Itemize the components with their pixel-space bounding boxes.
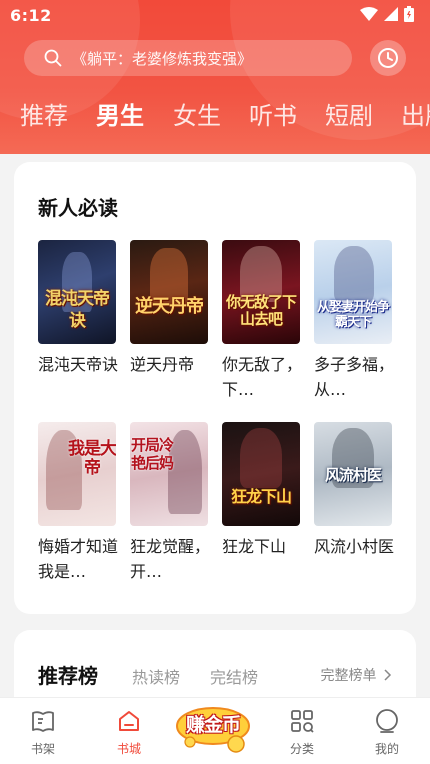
cover-title: 从娶妻开始争霸天下	[316, 300, 390, 330]
category-tabs: 推荐 男生 女生 听书 短剧 出版	[0, 96, 430, 140]
tab-hot-read[interactable]: 热读榜	[132, 664, 180, 688]
book-title: 你无敌了，下…	[222, 355, 303, 399]
bottom-nav: 书架 书城 赚金币 分类 我的	[0, 697, 430, 764]
book-title: 风流小村医	[314, 537, 395, 556]
cover-title: 我是大帝	[68, 439, 116, 478]
tab-publish[interactable]: 出版	[401, 96, 430, 136]
book-item[interactable]: 狂龙下山 狂龙下山	[222, 422, 300, 559]
book-title: 混沌天帝诀	[38, 355, 119, 374]
book-cover: 我是大帝	[38, 422, 116, 526]
nav-label: 书城	[116, 742, 141, 756]
tab-audiobook[interactable]: 听书	[249, 96, 297, 136]
nav-bookshelf[interactable]: 书架	[13, 708, 73, 757]
store-icon	[119, 711, 139, 731]
nav-label: 分类	[289, 742, 314, 756]
book-cover: 从娶妻开始争霸天下	[314, 240, 392, 344]
full-ranking-link[interactable]: 完整榜单	[321, 665, 392, 685]
status-time: 6:12	[10, 6, 52, 25]
cover-title: 风流村医	[324, 466, 382, 484]
wifi-icon	[360, 7, 378, 21]
search-placeholder: 《躺平：老婆修炼我变强》	[72, 49, 253, 68]
book-cover: 混沌天帝诀	[38, 240, 116, 344]
book-cover: 你无敌了下山去吧	[222, 240, 300, 344]
book-cover: 开局冷艳后妈	[130, 422, 208, 526]
book-item[interactable]: 你无敌了下山去吧 你无敌了，下…	[222, 240, 302, 402]
cover-title: 你无敌了下山去吧	[225, 293, 297, 328]
search-bar[interactable]: 《躺平：老婆修炼我变强》	[24, 40, 352, 76]
profile-icon	[376, 709, 398, 733]
battery-icon	[404, 6, 414, 22]
history-button[interactable]	[370, 40, 406, 76]
nav-category[interactable]: 分类	[272, 708, 332, 757]
book-item[interactable]: 从娶妻开始争霸天下 多子多福，从…	[314, 240, 394, 402]
earn-coins-label: 赚金币	[185, 714, 241, 736]
status-icons	[360, 6, 414, 22]
cover-title: 狂龙下山	[230, 487, 292, 506]
cover-title: 开局冷艳后妈	[130, 436, 174, 472]
new-readers-card: 新人必读 混沌天帝诀 混沌天帝诀 逆天丹帝 逆天丹帝 你无敌了下山去吧 你无敌了…	[14, 162, 416, 614]
book-item[interactable]: 开局冷艳后妈 狂龙觉醒，开…	[130, 422, 210, 584]
book-item[interactable]: 我是大帝 悔婚才知道我是…	[38, 422, 118, 584]
book-cover: 狂龙下山	[222, 422, 300, 526]
clock-icon	[378, 48, 398, 68]
header: 6:12 《躺平：老婆修炼我变强》 推荐 男生 女生 听书 短剧 出版	[0, 0, 430, 154]
search-icon	[44, 49, 62, 67]
section-title: 新人必读	[38, 196, 118, 220]
book-item[interactable]: 逆天丹帝 逆天丹帝	[130, 240, 208, 377]
book-title: 逆天丹帝	[130, 355, 195, 374]
tab-completed[interactable]: 完结榜	[210, 664, 258, 688]
book-title: 狂龙下山	[222, 537, 287, 556]
full-ranking-label: 完整榜单	[320, 668, 377, 684]
cover-figure	[334, 246, 374, 302]
book-item[interactable]: 混沌天帝诀 混沌天帝诀	[38, 240, 118, 377]
book-title: 悔婚才知道我是…	[38, 537, 119, 581]
tab-male[interactable]: 男生	[96, 96, 144, 136]
cover-figure	[240, 428, 282, 488]
status-bar: 6:12	[0, 0, 430, 32]
grid-icon	[291, 710, 314, 733]
nav-label: 我的	[374, 742, 399, 756]
ranking-title: 推荐榜	[38, 664, 98, 688]
earn-coins-button[interactable]: 赚金币	[176, 704, 250, 753]
nav-label: 书架	[30, 742, 55, 756]
book-title: 狂龙觉醒，开…	[130, 537, 211, 581]
nav-mine[interactable]: 我的	[357, 708, 417, 757]
book-cover: 逆天丹帝	[130, 240, 208, 344]
nav-bookstore[interactable]: 书城	[99, 708, 159, 757]
signal-icon	[384, 7, 398, 21]
book-item[interactable]: 风流村医 风流小村医	[314, 422, 394, 559]
tab-female[interactable]: 女生	[173, 96, 221, 136]
bookshelf-icon	[32, 711, 54, 732]
cover-title: 逆天丹帝	[135, 296, 204, 317]
book-cover: 风流村医	[314, 422, 392, 526]
tab-recommend[interactable]: 推荐	[20, 96, 68, 136]
tab-short-drama[interactable]: 短剧	[325, 96, 373, 136]
book-title: 多子多福，从…	[314, 355, 395, 399]
cover-title: 混沌天帝诀	[45, 289, 110, 331]
chevron-right-icon	[384, 669, 392, 681]
